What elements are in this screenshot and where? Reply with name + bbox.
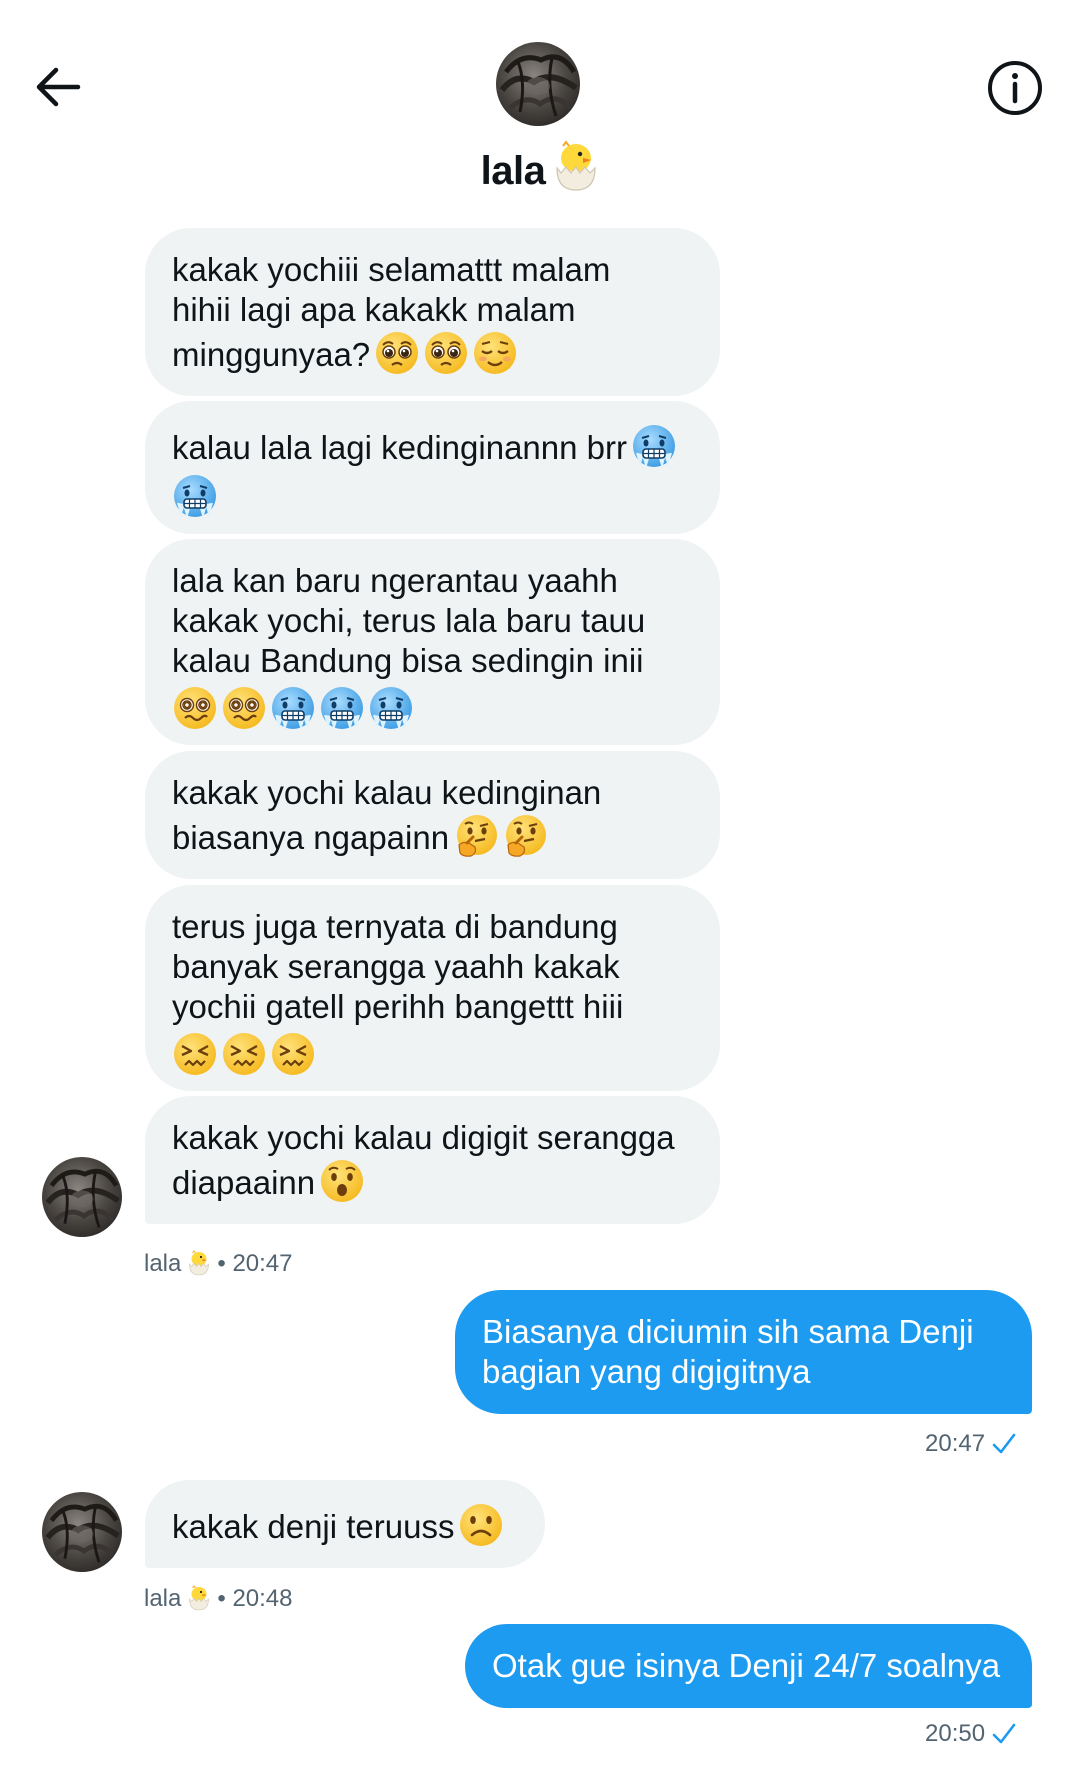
emoji-group: [172, 473, 693, 519]
emoji-group: [374, 330, 518, 376]
timestamp: 20:48: [232, 1585, 293, 1612]
check-icon: [992, 1723, 1016, 1744]
message-bubble-incoming[interactable]: terus juga ternyata di bandung banyak se…: [145, 885, 720, 1091]
hushed-face-emoji: [319, 1158, 365, 1204]
contact-name[interactable]: lala: [0, 140, 1080, 194]
check-icon: [992, 1433, 1016, 1454]
message-bubble-incoming[interactable]: kakak denji teruuss: [145, 1480, 545, 1568]
timestamp: 20:47: [232, 1250, 293, 1277]
emoji-group: [458, 1502, 504, 1548]
info-icon: [988, 61, 1042, 115]
pleading-face-emoji: [423, 330, 469, 376]
pleading-face-emoji: [374, 330, 420, 376]
emoji-group: [319, 1158, 365, 1204]
header-avatar[interactable]: [496, 42, 580, 126]
separator-dot: •: [217, 1585, 226, 1612]
emoji-group: [172, 685, 693, 731]
info-button[interactable]: [985, 58, 1045, 118]
message-text: terus juga ternyata di bandung banyak se…: [172, 908, 624, 1025]
message-text: kalau lala lagi kedinginannn brr: [172, 429, 627, 466]
emoji-group: [172, 1031, 693, 1077]
sender-name: lala: [144, 1250, 182, 1277]
relieved-face-emoji: [472, 330, 518, 376]
cold-face-emoji: [319, 685, 365, 731]
message-meta: 20:50: [925, 1720, 1017, 1748]
cold-face-emoji: [270, 685, 316, 731]
message-bubble-incoming[interactable]: kakak yochi kalau digigit serangga diapa…: [145, 1096, 720, 1224]
sender-name: lala: [144, 1585, 182, 1612]
sender-avatar[interactable]: [42, 1157, 122, 1237]
message-bubble-outgoing[interactable]: Otak gue isinya Denji 24/7 soalnya: [465, 1624, 1032, 1708]
frowning-face-emoji: [458, 1502, 504, 1548]
sender-avatar[interactable]: [42, 1492, 122, 1572]
cold-face-emoji: [631, 423, 677, 469]
conversation-header: lala: [0, 0, 1080, 210]
timestamp: 20:50: [925, 1720, 986, 1747]
message-bubble-incoming[interactable]: kakak yochiii selamattt malam hihii lagi…: [145, 228, 720, 396]
confounded-face-emoji: [172, 1031, 218, 1077]
message-text: Otak gue isinya Denji 24/7 soalnya: [492, 1647, 1001, 1684]
confounded-face-emoji: [270, 1031, 316, 1077]
hatching-chick-emoji: [553, 140, 599, 192]
message-text: kakak yochi kalau digigit serangga diapa…: [172, 1119, 675, 1201]
arrow-left-icon: [36, 67, 81, 107]
contact-name-text: lala: [480, 149, 546, 193]
emoji-group: [453, 813, 548, 859]
hatching-chick-emoji: [187, 1585, 211, 1611]
message-meta: lala • 20:48: [144, 1585, 293, 1613]
woozy-face-emoji: [221, 685, 267, 731]
message-text: lala kan baru ngerantau yaahh kakak yoch…: [172, 562, 646, 679]
back-button[interactable]: [30, 60, 94, 114]
timestamp: 20:47: [925, 1430, 986, 1457]
message-bubble-incoming[interactable]: kalau lala lagi kedinginannn brr: [145, 401, 720, 534]
cold-face-emoji: [172, 473, 218, 519]
message-bubble-outgoing[interactable]: Biasanya diciumin sih sama Denji bagian …: [455, 1290, 1032, 1414]
emoji-group: [631, 423, 677, 469]
separator-dot: •: [217, 1250, 226, 1277]
hatching-chick-emoji: [187, 1250, 211, 1276]
thinking-face-emoji: [453, 813, 499, 859]
message-bubble-incoming[interactable]: kakak yochi kalau kedinginan biasanya ng…: [145, 751, 720, 879]
cold-face-emoji: [368, 685, 414, 731]
confounded-face-emoji: [221, 1031, 267, 1077]
message-text: kakak denji teruuss: [172, 1508, 455, 1545]
woozy-face-emoji: [172, 685, 218, 731]
message-meta: lala • 20:47: [144, 1250, 293, 1278]
message-bubble-incoming[interactable]: lala kan baru ngerantau yaahh kakak yoch…: [145, 539, 720, 745]
message-meta: 20:47: [925, 1430, 1017, 1458]
thinking-face-emoji: [502, 813, 548, 859]
message-text: Biasanya diciumin sih sama Denji bagian …: [482, 1313, 974, 1390]
